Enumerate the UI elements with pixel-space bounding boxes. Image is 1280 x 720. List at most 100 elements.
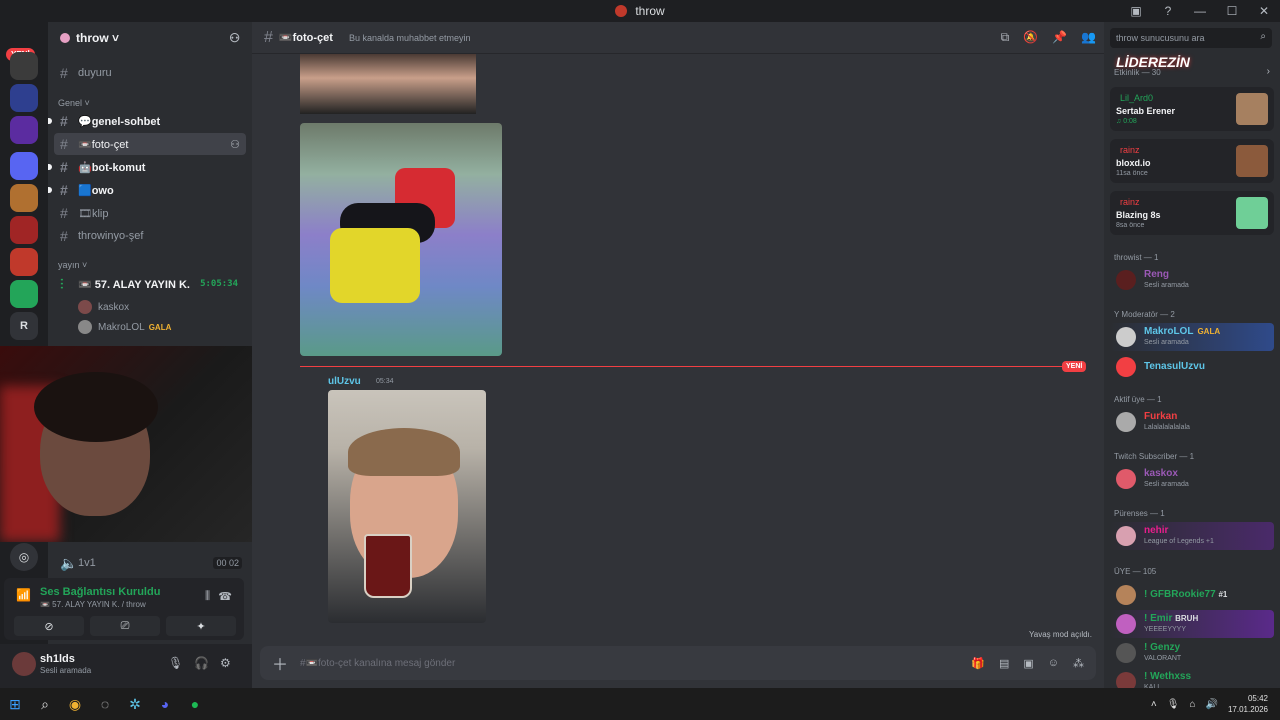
message-image-2[interactable] — [300, 123, 502, 356]
channel-topic[interactable]: Bu kanalda muhabbet etmeyin — [349, 33, 471, 43]
server-icon-6[interactable] — [10, 248, 38, 276]
message-image-3[interactable] — [328, 390, 486, 623]
notification-bell-icon[interactable]: 🔕 — [1023, 30, 1038, 45]
member-status: Sesli aramada — [1144, 282, 1189, 289]
add-member-icon[interactable]: ⚇ — [229, 31, 240, 45]
channel-owo[interactable]: # 🟦owo — [48, 179, 246, 201]
member-row[interactable]: kaskox Sesli aramada — [1110, 465, 1274, 493]
activity-card[interactable]: Lil_Ard0 Sertab Erener ♫ 0:08 — [1110, 87, 1274, 131]
server-icon-5[interactable] — [10, 216, 38, 244]
chrome-icon[interactable]: ◉ — [60, 688, 90, 720]
channel-label: 📼 57. ALAY YAYIN K. — [78, 278, 190, 291]
settings-icon[interactable]: ✲ — [120, 688, 150, 720]
message-composer: ＋ 🎁 ▤ ▣ ☺ ⁂ — [260, 646, 1096, 680]
server-icon-2[interactable] — [10, 84, 38, 112]
member-list-icon[interactable]: 👥 — [1081, 30, 1096, 45]
member-row[interactable]: nehir League of Legends +1 — [1110, 522, 1274, 550]
chevron-up-icon[interactable]: ˄ — [1151, 699, 1157, 710]
folder-icon[interactable] — [10, 152, 38, 180]
member-row[interactable]: MakroLOL GALA Sesli aramada — [1110, 323, 1274, 351]
server-icon-r[interactable]: R — [10, 312, 38, 340]
emoji-icon[interactable]: ☺ — [1048, 657, 1059, 669]
user-name[interactable]: sh1lds — [40, 653, 75, 665]
game-icon — [1236, 145, 1268, 177]
microphone-icon[interactable]: 🎙 — [168, 656, 183, 670]
search-input[interactable] — [1110, 28, 1240, 48]
activity-title: Sertab Erener — [1116, 106, 1176, 116]
member-name: MakroLOL GALA — [1144, 326, 1220, 337]
user-count-limit: 02 — [228, 558, 239, 568]
activity-button[interactable]: ✦ — [166, 616, 236, 636]
activity-sub: 8sa önce — [1116, 222, 1145, 229]
category-yayin[interactable]: yayın ˅ — [58, 260, 87, 270]
channel-label: 🟦owo — [78, 184, 114, 197]
message-author[interactable]: ulUzvu — [328, 376, 361, 387]
apps-icon[interactable]: ⁂ — [1073, 657, 1084, 670]
member-row[interactable]: Reng Sesli aramada — [1110, 266, 1274, 294]
member-row[interactable]: Furkan Lalalalalalalala — [1110, 408, 1274, 436]
voice-channel-1v1[interactable]: 🔈 1v1 00 02 — [54, 552, 246, 574]
help-icon[interactable]: ? — [1152, 4, 1184, 18]
channel-bot-komut[interactable]: # 🤖bot-komut — [48, 156, 246, 178]
settings-gear-icon[interactable]: ⚙ — [220, 656, 231, 670]
member-row[interactable]: ! Emir BRUH YEEEEYYYY — [1110, 610, 1274, 638]
server-icon-3[interactable] — [10, 116, 38, 144]
unread-indicator — [48, 118, 52, 124]
pin-icon[interactable]: 📌 — [1052, 30, 1067, 45]
invite-icon[interactable]: ⚇ — [230, 138, 240, 151]
discover-icon[interactable]: ◎ — [10, 543, 38, 571]
channel-klip[interactable]: # 🎞klip — [54, 202, 246, 224]
channel-throwinyo-sef[interactable]: # throwinyo-şef — [54, 225, 246, 247]
chevron-right-icon[interactable]: › — [1267, 66, 1270, 77]
network-icon[interactable]: ⌂ — [1189, 699, 1195, 710]
member-row[interactable]: TenasulUzvu — [1110, 353, 1274, 381]
voice-user-makrolol[interactable]: MakroLOL GALA — [78, 320, 171, 334]
member-row[interactable]: ! GFBRookie77 #1 — [1110, 581, 1274, 609]
app-icon[interactable]: ◌ — [90, 688, 120, 720]
search-icon[interactable]: ⌕ — [30, 688, 60, 720]
maximize-icon[interactable]: ☐ — [1216, 4, 1248, 18]
volume-icon[interactable]: 🔊 — [1206, 699, 1218, 710]
discord-icon[interactable]: ◕ — [150, 688, 180, 720]
clock[interactable]: 05:42 17.01.2026 — [1228, 693, 1268, 715]
voice-channel-alay[interactable]: ⫶ 📼 57. ALAY YAYIN K. 5:05:34 — [54, 273, 246, 295]
camera-button[interactable]: ⊘ — [14, 616, 84, 636]
gift-icon[interactable]: 🎁 — [971, 657, 985, 670]
server-icon-4[interactable] — [10, 184, 38, 212]
voice-status-subtitle[interactable]: 📼 57. ALAY YAYIN K. / throw — [40, 600, 146, 609]
server-header[interactable]: throw ˅ ⚇ — [48, 22, 252, 54]
server-icon — [615, 5, 628, 17]
window-titlebar: throw ▣ ? — ☐ ✕ — [0, 0, 1280, 22]
headphones-icon[interactable]: 🎧 — [194, 656, 209, 670]
activity-card[interactable]: rainz Blazing 8s 8sa önce — [1110, 191, 1274, 235]
voice-user-kaskox[interactable]: kaskox — [78, 300, 129, 314]
screen-share-button[interactable]: ⎚ — [90, 616, 160, 636]
activity-sub: ♫ 0:08 — [1116, 118, 1137, 125]
channel-genel-sohbet[interactable]: # 💬genel-sohbet — [48, 110, 246, 132]
avatar[interactable] — [12, 652, 36, 676]
server-icon-7[interactable] — [10, 280, 38, 308]
attach-plus-icon[interactable]: ＋ — [272, 651, 300, 675]
close-icon[interactable]: ✕ — [1248, 4, 1280, 18]
spotify-icon[interactable]: ● — [180, 688, 210, 720]
minimize-icon[interactable]: — — [1184, 4, 1216, 18]
category-genel[interactable]: Genel ˅ — [58, 98, 90, 108]
message-image-1[interactable] — [300, 54, 476, 114]
search-icon[interactable]: ⌕ — [1260, 31, 1266, 42]
activity-card[interactable]: rainz bloxd.io 11sa önce — [1110, 139, 1274, 183]
channel-duyuru[interactable]: # duyuru — [54, 62, 246, 84]
inbox-icon[interactable]: ▣ — [1120, 4, 1152, 18]
threads-icon[interactable]: ⧉ — [1001, 30, 1010, 45]
gif-icon[interactable]: ▤ — [999, 657, 1009, 670]
noise-suppression-icon[interactable]: ⫼ — [205, 590, 210, 603]
windows-start-icon[interactable]: ⊞ — [0, 688, 30, 720]
channel-foto-cet[interactable]: # 📼foto-çet ⚇ — [54, 133, 246, 155]
avatar — [1116, 270, 1136, 290]
member-row[interactable]: ! Genzy VALORANT — [1110, 639, 1274, 667]
sticker-icon[interactable]: ▣ — [1023, 657, 1033, 670]
disconnect-icon[interactable]: ☎ — [218, 590, 232, 603]
microphone-icon[interactable]: 🎙 — [1167, 699, 1180, 710]
server-icon-1[interactable] — [10, 52, 38, 80]
message-input[interactable] — [300, 657, 860, 669]
member-name: kaskox — [1144, 468, 1178, 479]
